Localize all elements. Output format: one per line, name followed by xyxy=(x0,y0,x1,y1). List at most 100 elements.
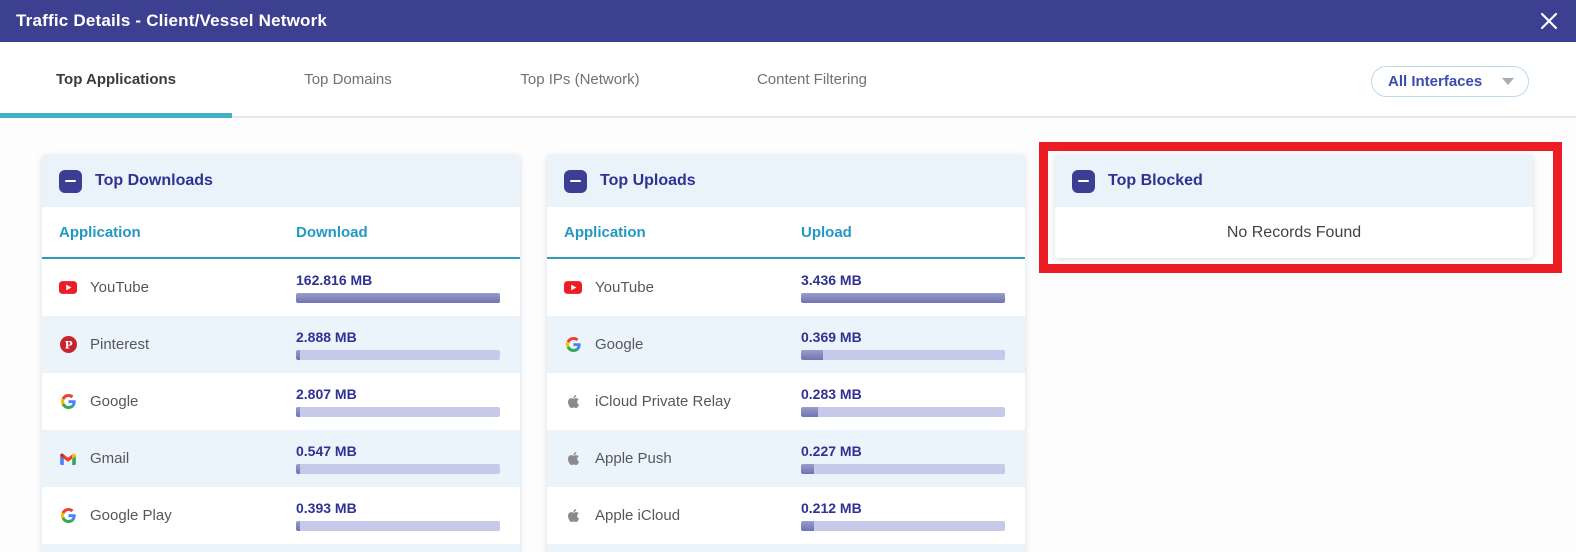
traffic-value: 0.212 MB xyxy=(801,500,1008,516)
panel-header: Top Uploads xyxy=(547,155,1025,207)
apple-icon xyxy=(564,450,582,468)
traffic-value: 0.369 MB xyxy=(801,329,1008,345)
panel-header: Top Downloads xyxy=(42,155,520,207)
traffic-bar-fill xyxy=(296,350,300,360)
tab-label: Top IPs (Network) xyxy=(520,71,639,88)
application-name: Apple Push xyxy=(595,450,672,467)
pinterest-icon: P xyxy=(59,336,77,354)
traffic-value: 0.227 MB xyxy=(801,443,1008,459)
downloads-rows: YouTube 162.816 MB P Pinterest 2.888 MB … xyxy=(42,259,520,552)
traffic-bar-fill xyxy=(801,350,823,360)
tab-label: Top Applications xyxy=(56,71,176,88)
tab-content-filtering[interactable]: Content Filtering xyxy=(696,42,928,116)
table-row: Google 2.807 MB xyxy=(42,373,520,430)
traffic-bar-fill xyxy=(296,407,300,417)
panel-header: Top Blocked xyxy=(1055,155,1533,207)
panel-title: Top Uploads xyxy=(600,172,696,190)
traffic-bar-track xyxy=(296,521,500,531)
no-records-text: No Records Found xyxy=(1227,224,1361,242)
application-cell: Apple Push xyxy=(564,450,801,468)
youtube-icon xyxy=(564,279,582,297)
traffic-value: 3.436 MB xyxy=(801,272,1008,288)
traffic-bar-track xyxy=(801,293,1005,303)
tab-label: Top Domains xyxy=(304,71,392,88)
traffic-bar-track xyxy=(801,407,1005,417)
value-cell: 2.888 MB xyxy=(296,329,503,360)
apple-icon xyxy=(564,507,582,525)
value-cell: 0.283 MB xyxy=(801,386,1008,417)
collapse-minus-icon[interactable] xyxy=(59,170,82,193)
table-row: YouTube 162.816 MB xyxy=(42,259,520,316)
traffic-bar-fill xyxy=(296,464,300,474)
tab-top-ips-network[interactable]: Top IPs (Network) xyxy=(464,42,696,116)
column-download: Download xyxy=(296,224,503,241)
traffic-details-dialog: Traffic Details - Client/Vessel Network … xyxy=(0,0,1576,552)
svg-text:P: P xyxy=(64,338,72,351)
traffic-bar-fill xyxy=(296,521,300,531)
table-row: Google 0.369 MB xyxy=(547,316,1025,373)
application-name: Google Play xyxy=(90,507,172,524)
traffic-bar-fill xyxy=(801,293,1005,303)
value-cell: 162.816 MB xyxy=(296,272,503,303)
column-header-row: Application Download xyxy=(42,207,520,259)
column-application: Application xyxy=(564,224,801,241)
traffic-value: 162.816 MB xyxy=(296,272,503,288)
panel-title: Top Downloads xyxy=(95,172,213,190)
close-icon[interactable] xyxy=(1536,8,1562,34)
traffic-bar-track xyxy=(801,350,1005,360)
traffic-value: 0.283 MB xyxy=(801,386,1008,402)
application-name: Pinterest xyxy=(90,336,149,353)
dialog-title: Traffic Details - Client/Vessel Network xyxy=(16,11,327,31)
tab-top-applications[interactable]: Top Applications xyxy=(0,42,232,116)
application-cell: Gmail xyxy=(59,450,296,468)
table-row: Apple Push 0.227 MB xyxy=(547,430,1025,487)
application-cell: Google xyxy=(59,393,296,411)
value-cell: 0.227 MB xyxy=(801,443,1008,474)
youtube-icon xyxy=(59,279,77,297)
application-cell: iCloud Private Relay xyxy=(564,393,801,411)
tab-label: Content Filtering xyxy=(757,71,867,88)
application-cell: P Pinterest xyxy=(59,336,296,354)
traffic-value: 0.547 MB xyxy=(296,443,503,459)
google-icon xyxy=(564,336,582,354)
traffic-bar-track xyxy=(801,521,1005,531)
collapse-minus-icon[interactable] xyxy=(564,170,587,193)
interface-filter-dropdown[interactable]: All Interfaces xyxy=(1371,66,1529,97)
tab-top-domains[interactable]: Top Domains xyxy=(232,42,464,116)
table-row: Apple iCloud 0.212 MB xyxy=(547,487,1025,544)
value-cell: 0.212 MB xyxy=(801,500,1008,531)
chevron-down-icon xyxy=(1502,78,1514,85)
traffic-bar-track xyxy=(296,464,500,474)
traffic-bar-fill xyxy=(801,521,814,531)
application-name: iCloud Private Relay xyxy=(595,393,731,410)
traffic-bar-track xyxy=(801,464,1005,474)
table-row: Gmail 0.547 MB xyxy=(42,430,520,487)
application-name: Gmail xyxy=(90,450,129,467)
value-cell: 0.369 MB xyxy=(801,329,1008,360)
panel-title: Top Blocked xyxy=(1108,172,1203,190)
interface-filter-value: All Interfaces xyxy=(1388,73,1482,90)
application-cell: YouTube xyxy=(59,279,296,297)
gmail-icon xyxy=(59,450,77,468)
column-header-row: Application Upload xyxy=(547,207,1025,259)
column-application: Application xyxy=(59,224,296,241)
application-name: YouTube xyxy=(90,279,149,296)
collapse-minus-icon[interactable] xyxy=(1072,170,1095,193)
value-cell: 3.436 MB xyxy=(801,272,1008,303)
traffic-bar-fill xyxy=(801,407,818,417)
application-cell: YouTube xyxy=(564,279,801,297)
application-cell: Google Play xyxy=(59,507,296,525)
value-cell: 0.393 MB xyxy=(296,500,503,531)
traffic-bar-fill xyxy=(801,464,814,474)
application-name: YouTube xyxy=(595,279,654,296)
value-cell: 0.547 MB xyxy=(296,443,503,474)
table-row-clipped xyxy=(42,544,520,552)
table-row-clipped xyxy=(547,544,1025,552)
panel-top-downloads: Top Downloads Application Download YouTu… xyxy=(42,155,520,552)
empty-state: No Records Found xyxy=(1055,207,1533,258)
dialog-titlebar: Traffic Details - Client/Vessel Network xyxy=(0,0,1576,42)
application-name: Google xyxy=(90,393,138,410)
apple-icon xyxy=(564,393,582,411)
table-row: Google Play 0.393 MB xyxy=(42,487,520,544)
tab-bar: Top Applications Top Domains Top IPs (Ne… xyxy=(0,42,1576,118)
